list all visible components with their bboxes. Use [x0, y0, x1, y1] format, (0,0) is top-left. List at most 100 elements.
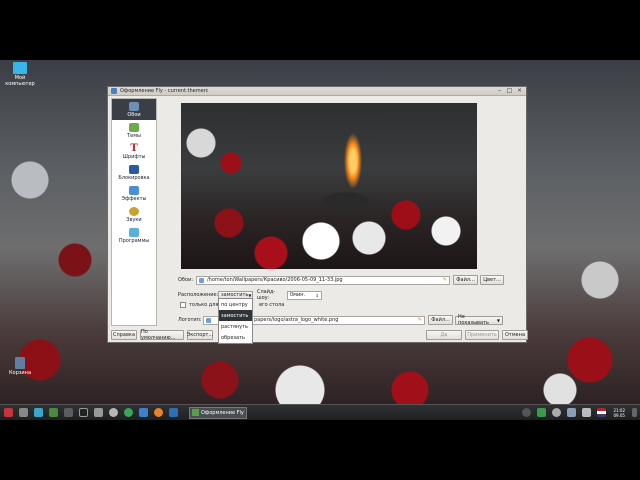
window-titlebar[interactable]: Оформление Fly - current.themerc – □ ×	[108, 87, 526, 96]
sidebar-item-fonts[interactable]: T Шрифты	[112, 141, 156, 162]
letterbox-top	[0, 0, 640, 60]
chevron-down-icon: ▼	[496, 317, 500, 323]
sidebar-item-label: Блокировка	[118, 174, 150, 181]
sounds-icon	[129, 206, 139, 216]
logo-file-button[interactable]: Файл...	[428, 315, 453, 325]
spin-arrows-icon[interactable]: ⇕	[316, 293, 319, 298]
effects-icon	[129, 185, 139, 195]
disk-icon[interactable]	[94, 408, 103, 417]
sidebar-item-effects[interactable]: Эффекты	[112, 183, 156, 204]
menu-icon[interactable]	[19, 408, 28, 417]
clock[interactable]: 21:02 09.05	[613, 408, 625, 418]
wallpaper-preview	[181, 103, 477, 269]
chevron-down-icon: ▼	[248, 292, 252, 298]
wallpaper-path-text: /home/ton/Wallpapers/Красиво/2006-05-09_…	[207, 277, 343, 283]
wallpaper-row: Обои: /home/ton/Wallpapers/Красиво/2006-…	[178, 275, 504, 285]
folder-icon[interactable]	[49, 408, 58, 417]
signal-icon[interactable]	[537, 408, 547, 417]
image-file-icon	[206, 317, 211, 323]
fonts-icon: T	[130, 142, 138, 154]
sidebar-item-programs[interactable]: Программы	[112, 225, 156, 246]
settings-sidebar: Обои Темы T Шрифты Блокировка Эффекты Зв…	[111, 98, 157, 326]
desktop-icon-label: Мой компьютер	[5, 75, 35, 87]
desktop-icon-my-computer[interactable]: Мой компьютер	[0, 62, 40, 87]
sidebar-item-sounds[interactable]: Звуки	[112, 204, 156, 225]
trash-icon	[15, 357, 25, 369]
cancel-button[interactable]: Отмена	[502, 330, 528, 340]
system-tray: 21:02 09.05	[519, 408, 640, 418]
settings-tray-icon[interactable]	[552, 408, 562, 417]
sidebar-item-wallpaper[interactable]: Обои	[112, 99, 156, 120]
letterbox-bottom	[0, 420, 640, 480]
dropdown-option[interactable]: по центру	[219, 299, 252, 310]
dialog-actions: Да Применить Отмена	[426, 330, 528, 340]
browser-icon[interactable]	[154, 408, 163, 417]
programs-icon	[129, 227, 139, 237]
sidebar-item-label: Темы	[127, 132, 141, 139]
wallpaper-icon	[129, 101, 139, 111]
clock-date: 09.05	[613, 412, 625, 418]
image-file-icon	[199, 277, 204, 283]
file-manager-icon[interactable]	[139, 408, 148, 417]
dropdown-option[interactable]: обрезать	[219, 332, 252, 343]
themes-icon	[129, 122, 139, 132]
dropdown-option[interactable]: растянуть	[219, 321, 252, 332]
help-button[interactable]: Справка	[111, 330, 137, 340]
desktop-icon-trash[interactable]: Корзина	[0, 357, 40, 376]
settings-icon[interactable]	[109, 408, 118, 417]
sidebar-item-themes[interactable]: Темы	[112, 120, 156, 141]
clock-time: 21:02	[613, 407, 625, 413]
color-icon[interactable]	[124, 408, 133, 417]
monitor-tray-icon[interactable]	[567, 408, 577, 417]
app-icon	[111, 88, 117, 94]
wallpaper-path-field[interactable]: /home/ton/Wallpapers/Красиво/2006-05-09_…	[196, 275, 450, 285]
sidebar-item-label: Обои	[127, 111, 141, 118]
slideshow-spinbox[interactable]: 0мин. ⇕	[287, 290, 322, 300]
only-desktop-checkbox[interactable]	[180, 302, 186, 308]
sidebar-item-lock-screen[interactable]: Блокировка	[112, 162, 156, 183]
export-button[interactable]: Экспорт...	[187, 330, 213, 340]
lock-screen-icon	[129, 164, 139, 174]
bottom-button-bar: Справка По умолчанию... Экспорт...	[111, 329, 213, 341]
taskbar: Оформление Fly 21:02 09.05	[0, 404, 640, 420]
defaults-button[interactable]: По умолчанию...	[140, 329, 184, 341]
network-icon[interactable]	[522, 408, 532, 417]
minimize-icon[interactable]: –	[496, 88, 503, 94]
placement-dropdown: по центру замостить растянуть обрезать	[218, 298, 253, 344]
dropdown-option[interactable]: замостить	[219, 310, 252, 321]
desktop-icon[interactable]	[34, 408, 43, 417]
keyboard-layout-icon[interactable]	[597, 408, 607, 417]
sidebar-item-label: Эффекты	[121, 195, 147, 202]
only-desktop-label-tail: его стола	[258, 302, 285, 308]
apply-button[interactable]: Применить	[465, 330, 499, 340]
wallpaper-color-button[interactable]: Цвет...	[480, 275, 504, 285]
edit-icon[interactable]: ✎	[443, 277, 447, 283]
slideshow-label: Слайд-шоу:	[257, 289, 276, 301]
office-icon[interactable]	[169, 408, 178, 417]
slideshow-value: 0мин.	[290, 292, 306, 298]
ok-button[interactable]: Да	[426, 330, 462, 340]
wallpaper-file-button[interactable]: Файл...	[453, 275, 478, 285]
show-desktop-icon[interactable]	[632, 408, 637, 417]
taskbar-task-appearance[interactable]: Оформление Fly	[189, 406, 247, 419]
logo-label: Логотип:	[178, 317, 202, 323]
appearance-window: Оформление Fly - current.themerc – □ × О…	[107, 86, 528, 344]
placement-label: Расположение:	[178, 292, 219, 298]
window-title: Оформление Fly - current.themerc	[120, 88, 209, 94]
maximize-icon[interactable]: □	[506, 88, 513, 94]
sidebar-item-label: Звуки	[126, 216, 142, 223]
wallpaper-label: Обои:	[178, 277, 194, 283]
edit-icon[interactable]: ✎	[418, 317, 422, 323]
volume-icon[interactable]	[582, 408, 592, 417]
terminal-icon[interactable]	[79, 408, 88, 417]
close-icon[interactable]: ×	[516, 88, 523, 94]
monitor-icon	[13, 62, 27, 74]
start-menu-icon[interactable]	[4, 408, 13, 417]
taskbar-task-label: Оформление Fly	[201, 409, 244, 416]
panel-icon[interactable]	[64, 408, 73, 417]
logo-show-select[interactable]: Не показывать ▼	[455, 314, 503, 326]
sidebar-item-label: Программы	[118, 237, 150, 244]
sidebar-item-label: Шрифты	[122, 153, 146, 160]
logo-path-text: papers/logo/astra_logo_white.png	[254, 317, 339, 323]
task-app-icon	[192, 409, 199, 416]
